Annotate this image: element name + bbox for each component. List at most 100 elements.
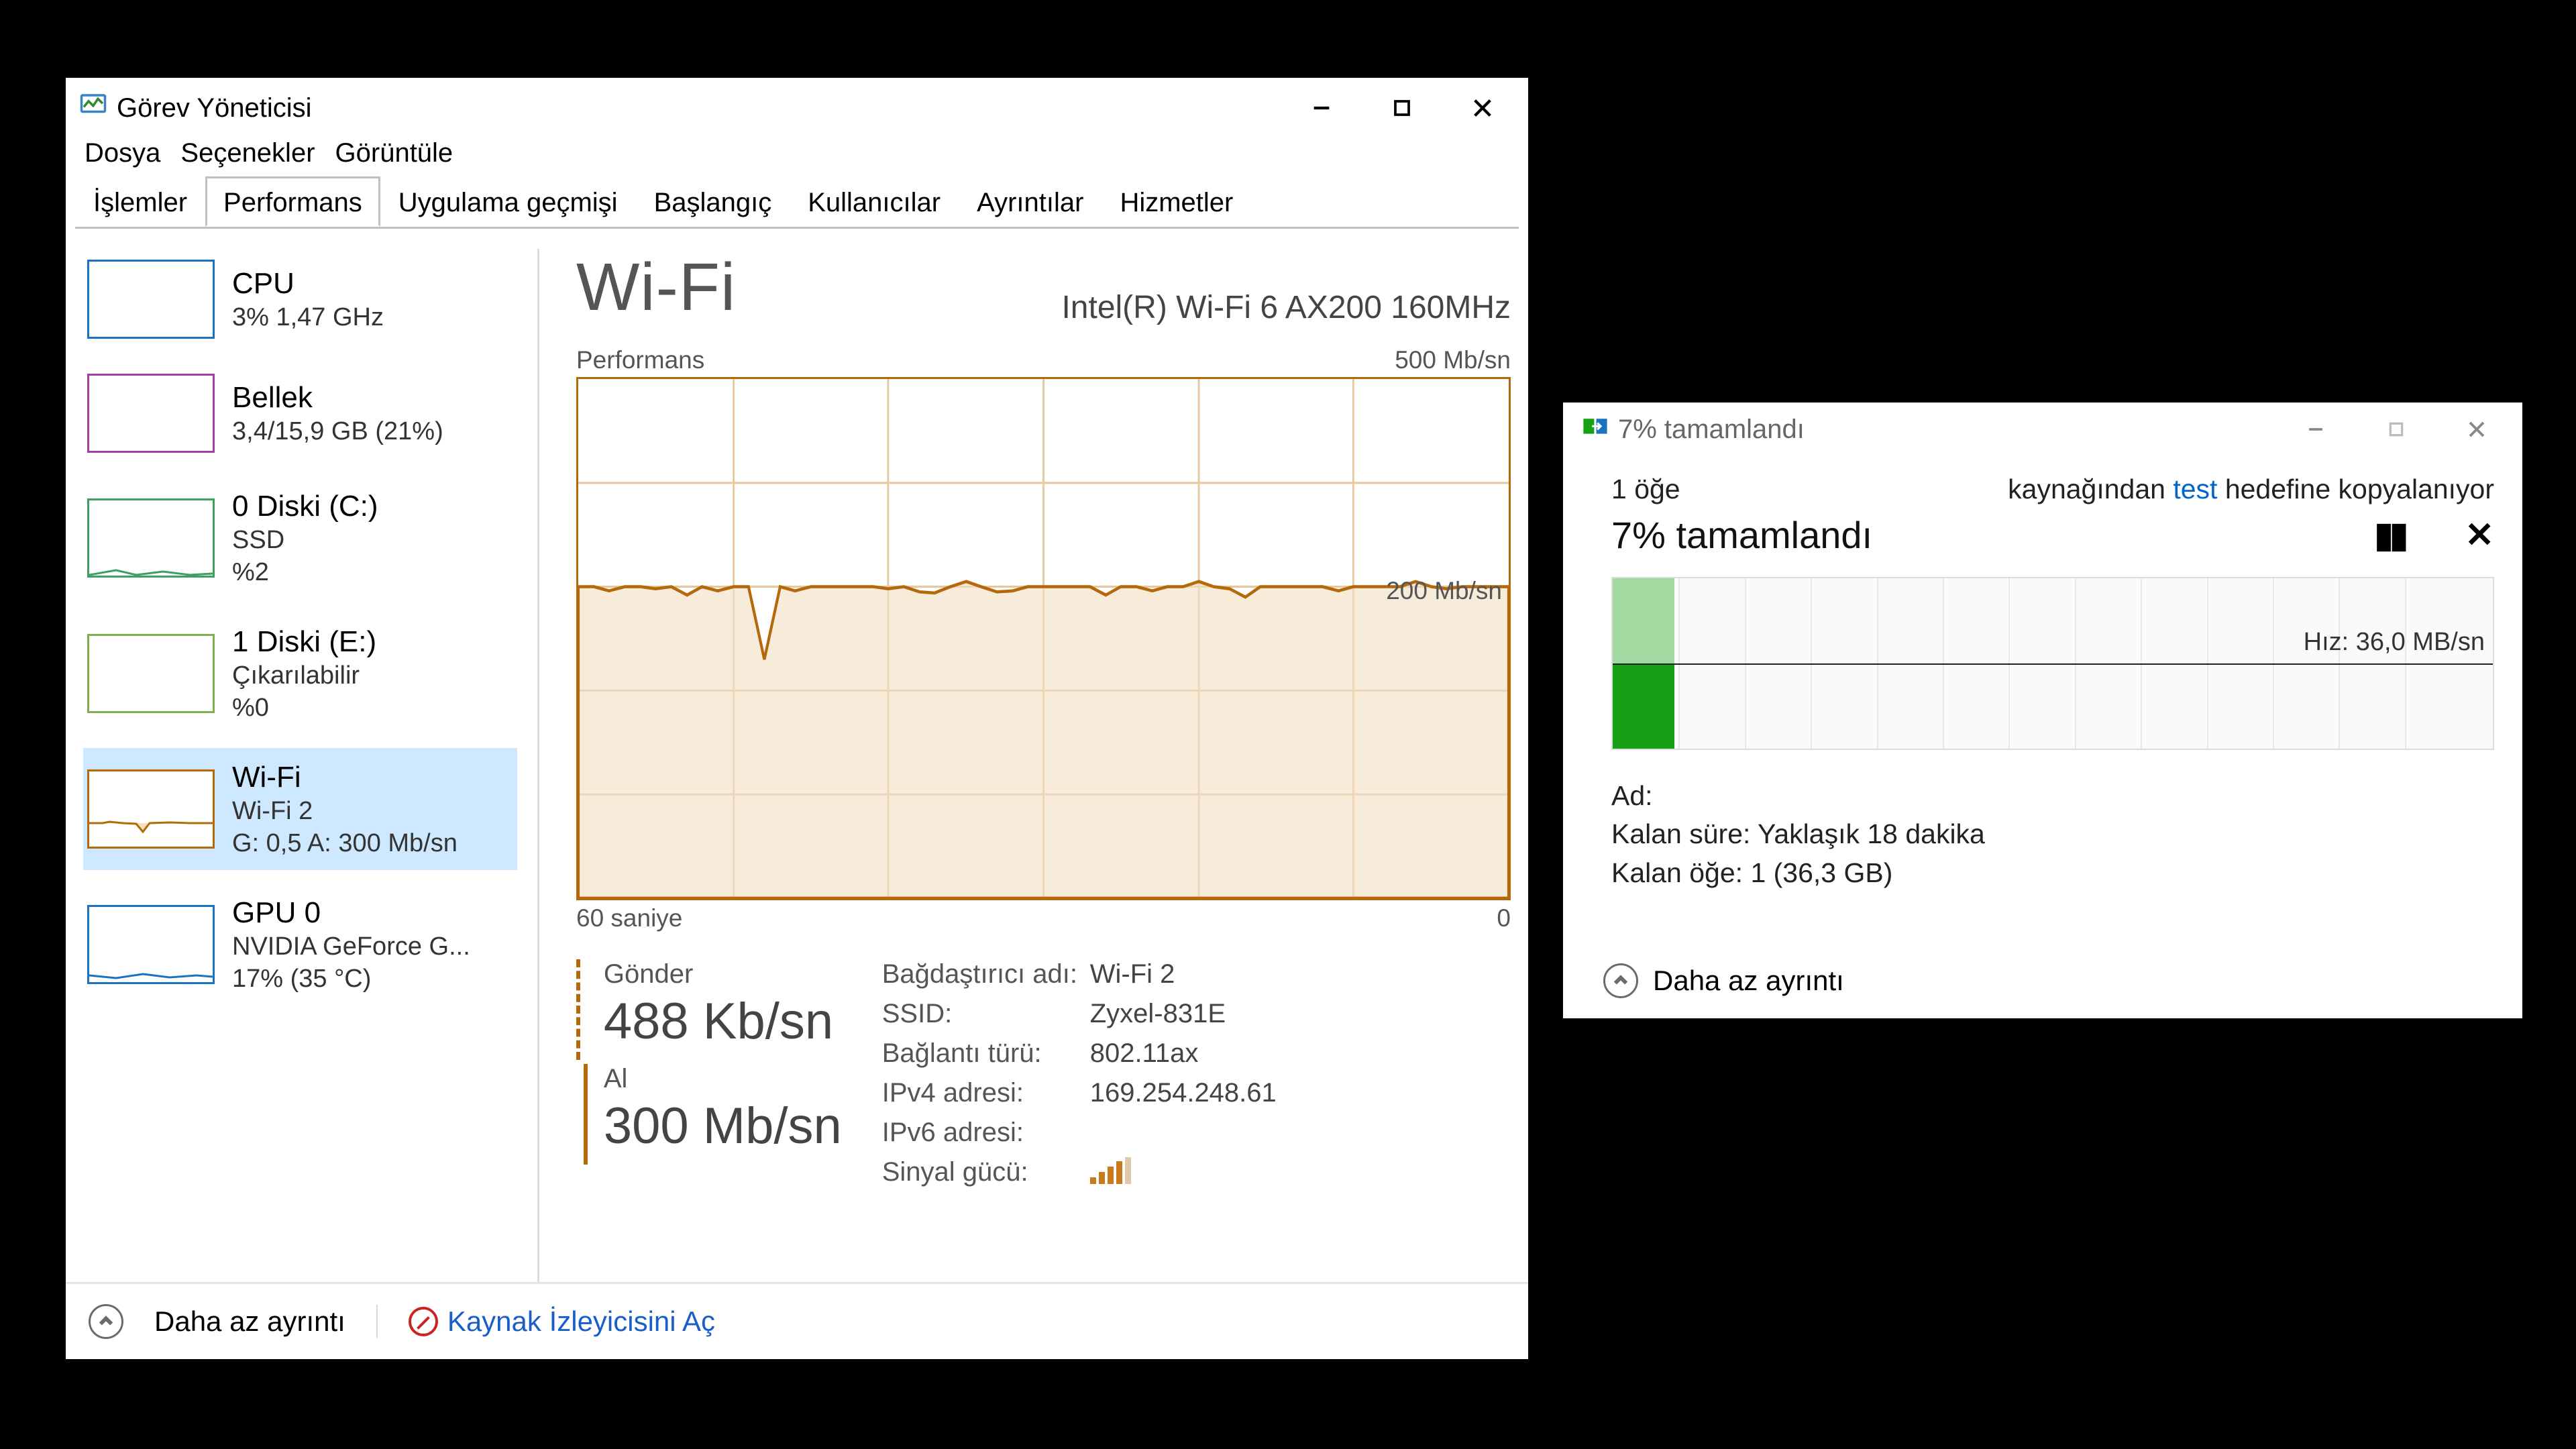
sidebar-item-memory[interactable]: Bellek 3,4/15,9 GB (21%) [83,363,517,464]
send-label: Gönder [604,959,842,989]
chart-200-label: 200 Mb/sn [1386,577,1502,605]
wifi-thumb [87,769,215,849]
pause-button[interactable]: ▮▮ [2374,515,2404,555]
ipv4-label: IPv4 adresi: [882,1078,1090,1108]
gpu-sub: NVIDIA GeForce G... [232,931,470,963]
memory-title: Bellek [232,379,443,416]
copy-progress-title: 7% tamamlandı [1611,513,1872,557]
copy-app-icon [1582,415,1609,445]
fewer-details-button[interactable]: Daha az ayrıntı [154,1305,345,1338]
chart-caption: Performans [576,346,704,374]
perf-panel: Wi-Fi Intel(R) Wi-Fi 6 AX200 160MHz Perf… [539,249,1511,1282]
chevron-up-icon[interactable] [89,1304,123,1339]
open-resmon-label: Kaynak İzleyicisini Aç [447,1305,715,1338]
menu-options[interactable]: Seçenekler [180,138,315,168]
minimize-button[interactable] [1281,81,1362,135]
tab-app-history[interactable]: Uygulama geçmişi [380,176,636,227]
memory-sub: 3,4/15,9 GB (21%) [232,416,443,448]
window-title: Görev Yöneticisi [117,93,312,123]
ipv4-value: 169.254.248.61 [1090,1078,1277,1108]
sidebar-item-disk0[interactable]: 0 Diski (C:) SSD %2 [83,477,517,599]
disk1-sub: Çıkarılabilir [232,660,376,692]
copy-src-link[interactable]: test [2173,474,2217,504]
disk1-title: 1 Diski (E:) [232,623,376,660]
sidebar-item-cpu[interactable]: CPU 3% 1,47 GHz [83,249,517,350]
cpu-thumb [87,260,215,339]
task-manager-window: Görev Yöneticisi Dosya Seçenekler Görünt… [66,78,1528,1359]
copy-speed-label: Hız: 36,0 MB/sn [2304,628,2485,657]
disk0-sub: SSD [232,525,378,557]
signal-label: Sinyal gücü: [882,1157,1090,1191]
copy-footer: Daha az ayrıntı [1563,943,2522,1018]
copy-src-prefix: kaynağından [2008,474,2173,504]
cpu-sub: 3% 1,47 GHz [232,302,384,334]
cancel-button[interactable]: ✕ [2465,515,2494,555]
copy-close-button[interactable] [2436,402,2517,456]
menu-view[interactable]: Görüntüle [335,138,453,168]
sidebar-item-gpu[interactable]: GPU 0 NVIDIA GeForce G... 17% (35 °C) [83,883,517,1006]
menu-file[interactable]: Dosya [85,138,160,168]
signal-icon [1090,1157,1277,1191]
chart-xright: 0 [1497,904,1511,932]
maximize-button[interactable] [1362,81,1442,135]
chevron-up-icon[interactable] [1603,963,1638,998]
copy-titlebar: 7% tamamlandı [1563,402,2522,456]
wifi-sub2: G: 0,5 A: 300 Mb/sn [232,828,458,860]
footer: Daha az ayrıntı Kaynak İzleyicisini Aç [66,1282,1528,1359]
copy-speed-chart: Hız: 36,0 MB/sn [1611,577,2494,750]
tab-details[interactable]: Ayrıntılar [959,176,1102,227]
tab-users[interactable]: Kullanıcılar [790,176,959,227]
send-value: 488 Kb/sn [604,992,842,1051]
copy-item-count: 1 öğe [1611,474,1680,505]
chart-ymax: 500 Mb/sn [1395,346,1511,374]
recv-value: 300 Mb/sn [604,1097,842,1155]
wifi-title: Wi-Fi [232,759,458,796]
details-grid: Bağdaştırıcı adı: Wi-Fi 2 SSID: Zyxel-83… [882,959,1277,1191]
titlebar: Görev Yöneticisi [66,78,1528,138]
chart-xleft: 60 saniye [576,904,682,932]
disk0-title: 0 Diski (C:) [232,488,378,525]
copy-title: 7% tamamlandı [1618,415,1805,445]
tab-services[interactable]: Hizmetler [1102,176,1251,227]
disk0-thumb [87,498,215,578]
copy-progress-top [1613,578,1674,663]
ssid-value: Zyxel-831E [1090,999,1277,1029]
ssid-label: SSID: [882,999,1090,1029]
memory-thumb [87,374,215,453]
copy-maximize-button[interactable] [2356,402,2436,456]
open-resmon-button[interactable]: Kaynak İzleyicisini Aç [409,1305,715,1338]
resmon-icon [409,1307,438,1336]
tab-processes[interactable]: İşlemler [75,176,205,227]
perf-sidebar: CPU 3% 1,47 GHz Bellek 3,4/15,9 GB (21%)… [83,249,539,1282]
disk0-sub2: %2 [232,557,378,589]
stat-send: Gönder 488 Kb/sn Al 300 Mb/sn [576,959,842,1191]
close-button[interactable] [1442,81,1523,135]
copy-time-left: Kalan süre: Yaklaşık 18 dakika [1611,815,2494,853]
tab-startup[interactable]: Başlangıç [636,176,790,227]
copy-progress-bot [1613,663,1674,749]
copy-src-suffix: hedefine kopyalanıyor [2217,474,2494,504]
gpu-title: GPU 0 [232,894,470,931]
disk1-thumb [87,634,215,713]
tab-bar: İşlemler Performans Uygulama geçmişi Baş… [66,174,1528,227]
gpu-thumb [87,905,215,984]
copy-name-label: Ad: [1611,780,1653,811]
cpu-title: CPU [232,265,384,302]
tab-performance[interactable]: Performans [205,176,380,227]
copy-fewer-details-button[interactable]: Daha az ayrıntı [1653,965,1844,997]
ipv6-label: IPv6 adresi: [882,1118,1090,1148]
adapter-label: Bağdaştırıcı adı: [882,959,1090,989]
conn-value: 802.11ax [1090,1038,1277,1069]
panel-device: Intel(R) Wi-Fi 6 AX200 160MHz [1061,289,1511,326]
copy-minimize-button[interactable] [2275,402,2356,456]
sidebar-item-wifi[interactable]: Wi-Fi Wi-Fi 2 G: 0,5 A: 300 Mb/sn [83,748,517,870]
gpu-sub2: 17% (35 °C) [232,963,470,996]
recv-label: Al [604,1064,842,1094]
sidebar-item-disk1[interactable]: 1 Diski (E:) Çıkarılabilir %0 [83,612,517,735]
copy-items-left: Kalan öğe: 1 (36,3 GB) [1611,854,2494,892]
ipv6-value [1090,1118,1277,1148]
menu-bar: Dosya Seçenekler Görüntüle [66,138,1528,174]
adapter-value: Wi-Fi 2 [1090,959,1277,989]
disk1-sub2: %0 [232,692,376,724]
wifi-chart: 200 Mb/sn [576,377,1511,900]
